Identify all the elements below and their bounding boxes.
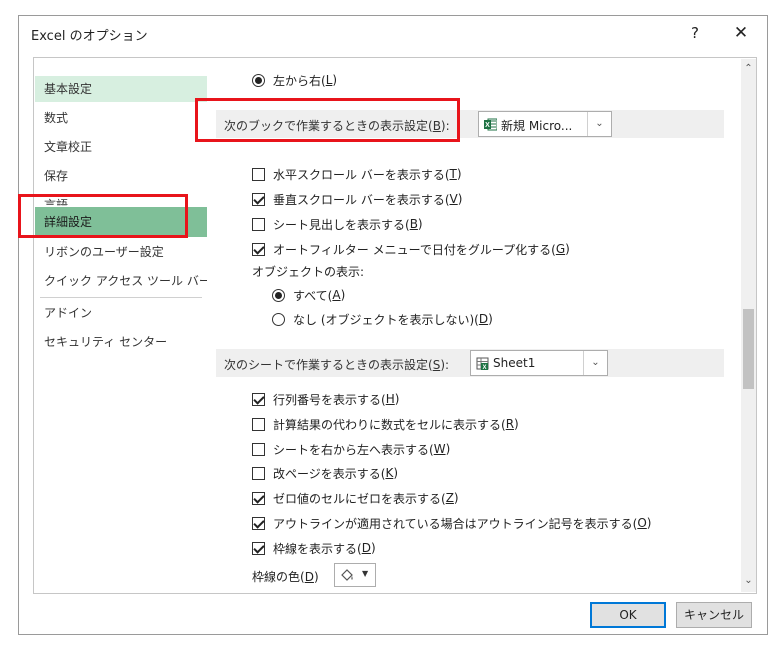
checkbox-box	[252, 466, 265, 480]
checkbox-box	[252, 516, 265, 530]
book-display-highlight	[195, 98, 460, 142]
checkbox-box	[252, 541, 265, 555]
gridline-color-label: 枠線の色(D)	[252, 570, 319, 584]
radio-circle	[272, 288, 285, 302]
close-button[interactable]: ✕	[725, 19, 757, 47]
checkbox-box	[252, 392, 265, 406]
chevron-down-icon[interactable]: ⌄	[583, 351, 607, 375]
objects-display-label: オブジェクトの表示:	[252, 265, 365, 279]
nav-divider	[40, 297, 202, 298]
radio-circle	[272, 312, 285, 326]
right-to-left-sheet-checkbox[interactable]: シートを右から左へ表示する(W)	[252, 440, 450, 458]
vertical-scrollbar[interactable]: ⌃ ⌄	[741, 59, 756, 592]
chevron-down-icon[interactable]: ⌄	[587, 112, 611, 136]
show-outline-symbols-checkbox[interactable]: アウトラインが適用されている場合はアウトライン記号を表示する(O)	[252, 514, 651, 532]
ok-button[interactable]: OK	[590, 602, 666, 628]
nav-item-general[interactable]: 基本設定	[35, 76, 207, 102]
excel-workbook-icon: X	[484, 118, 497, 131]
book-select-value: 新規 Micro...	[501, 119, 573, 133]
nav-item-add-ins[interactable]: アドイン	[35, 300, 207, 326]
nav-item-quick-access-toolbar[interactable]: クイック アクセス ツール バー	[35, 268, 207, 294]
show-formulas-checkbox[interactable]: 計算結果の代わりに数式をセルに表示する(R)	[252, 415, 519, 433]
caret-down-icon: ▼	[362, 569, 369, 578]
checkbox-box	[252, 242, 265, 256]
book-select-dropdown[interactable]: X 新規 Micro... ⌄	[478, 111, 612, 137]
checkbox-box	[252, 491, 265, 505]
checkbox-box	[252, 442, 265, 456]
show-vertical-scrollbar-checkbox[interactable]: 垂直スクロール バーを表示する(V)	[252, 190, 462, 208]
advanced-settings-highlight	[18, 194, 188, 238]
checkbox-box	[252, 192, 265, 206]
show-page-breaks-checkbox[interactable]: 改ページを表示する(K)	[252, 464, 398, 482]
objects-hide-all-radio[interactable]: なし (オブジェクトを表示しない)(D)	[272, 310, 493, 328]
checkbox-box	[252, 217, 265, 231]
show-horizontal-scrollbar-checkbox[interactable]: 水平スクロール バーを表示する(T)	[252, 165, 462, 183]
group-dates-autofilter-checkbox[interactable]: オートフィルター メニューで日付をグループ化する(G)	[252, 240, 570, 258]
scroll-down-icon[interactable]: ⌄	[741, 574, 756, 588]
excel-sheet-icon: X	[476, 357, 489, 370]
show-zero-values-checkbox[interactable]: ゼロ値のセルにゼロを表示する(Z)	[252, 489, 459, 507]
show-sheet-tabs-checkbox[interactable]: シート見出しを表示する(B)	[252, 215, 423, 233]
show-row-column-headers-checkbox[interactable]: 行列番号を表示する(H)	[252, 390, 399, 408]
checkbox-box	[252, 167, 265, 181]
sheet-section-label: 次のシートで作業するときの表示設定(S):	[224, 358, 450, 372]
title-bar: Excel のオプション ? ✕	[19, 16, 767, 50]
objects-show-all-radio[interactable]: すべて(A)	[272, 286, 345, 304]
help-button[interactable]: ?	[679, 19, 711, 47]
sheet-select-dropdown[interactable]: X Sheet1 ⌄	[470, 350, 608, 376]
cancel-button[interactable]: キャンセル	[676, 602, 752, 628]
sheet-select-value: Sheet1	[493, 356, 536, 370]
category-nav: 基本設定 数式 文章校正 保存 言語 詳細設定 リボンのユーザー設定 クイック …	[33, 57, 209, 594]
paint-bucket-icon	[341, 569, 353, 581]
nav-item-customize-ribbon[interactable]: リボンのユーザー設定	[35, 239, 207, 265]
direction-left-to-right-radio[interactable]: 左から右(L)	[252, 71, 337, 89]
nav-item-proofing[interactable]: 文章校正	[35, 134, 207, 160]
nav-item-formulas[interactable]: 数式	[35, 105, 207, 131]
access-key: L	[325, 73, 333, 87]
gridline-color-picker[interactable]: ▼	[334, 563, 376, 587]
svg-text:X: X	[482, 365, 486, 370]
radio-label-end: )	[332, 73, 338, 87]
nav-item-save[interactable]: 保存	[35, 163, 207, 189]
radio-label: 左から右(	[273, 73, 326, 88]
dialog-title: Excel のオプション	[31, 29, 148, 44]
scroll-up-icon[interactable]: ⌃	[741, 62, 756, 76]
checkbox-box	[252, 417, 265, 431]
radio-circle	[252, 73, 265, 87]
svg-text:X: X	[485, 122, 490, 129]
nav-item-trust-center[interactable]: セキュリティ センター	[35, 329, 207, 355]
show-gridlines-checkbox[interactable]: 枠線を表示する(D)	[252, 539, 376, 557]
scroll-thumb[interactable]	[743, 309, 754, 389]
